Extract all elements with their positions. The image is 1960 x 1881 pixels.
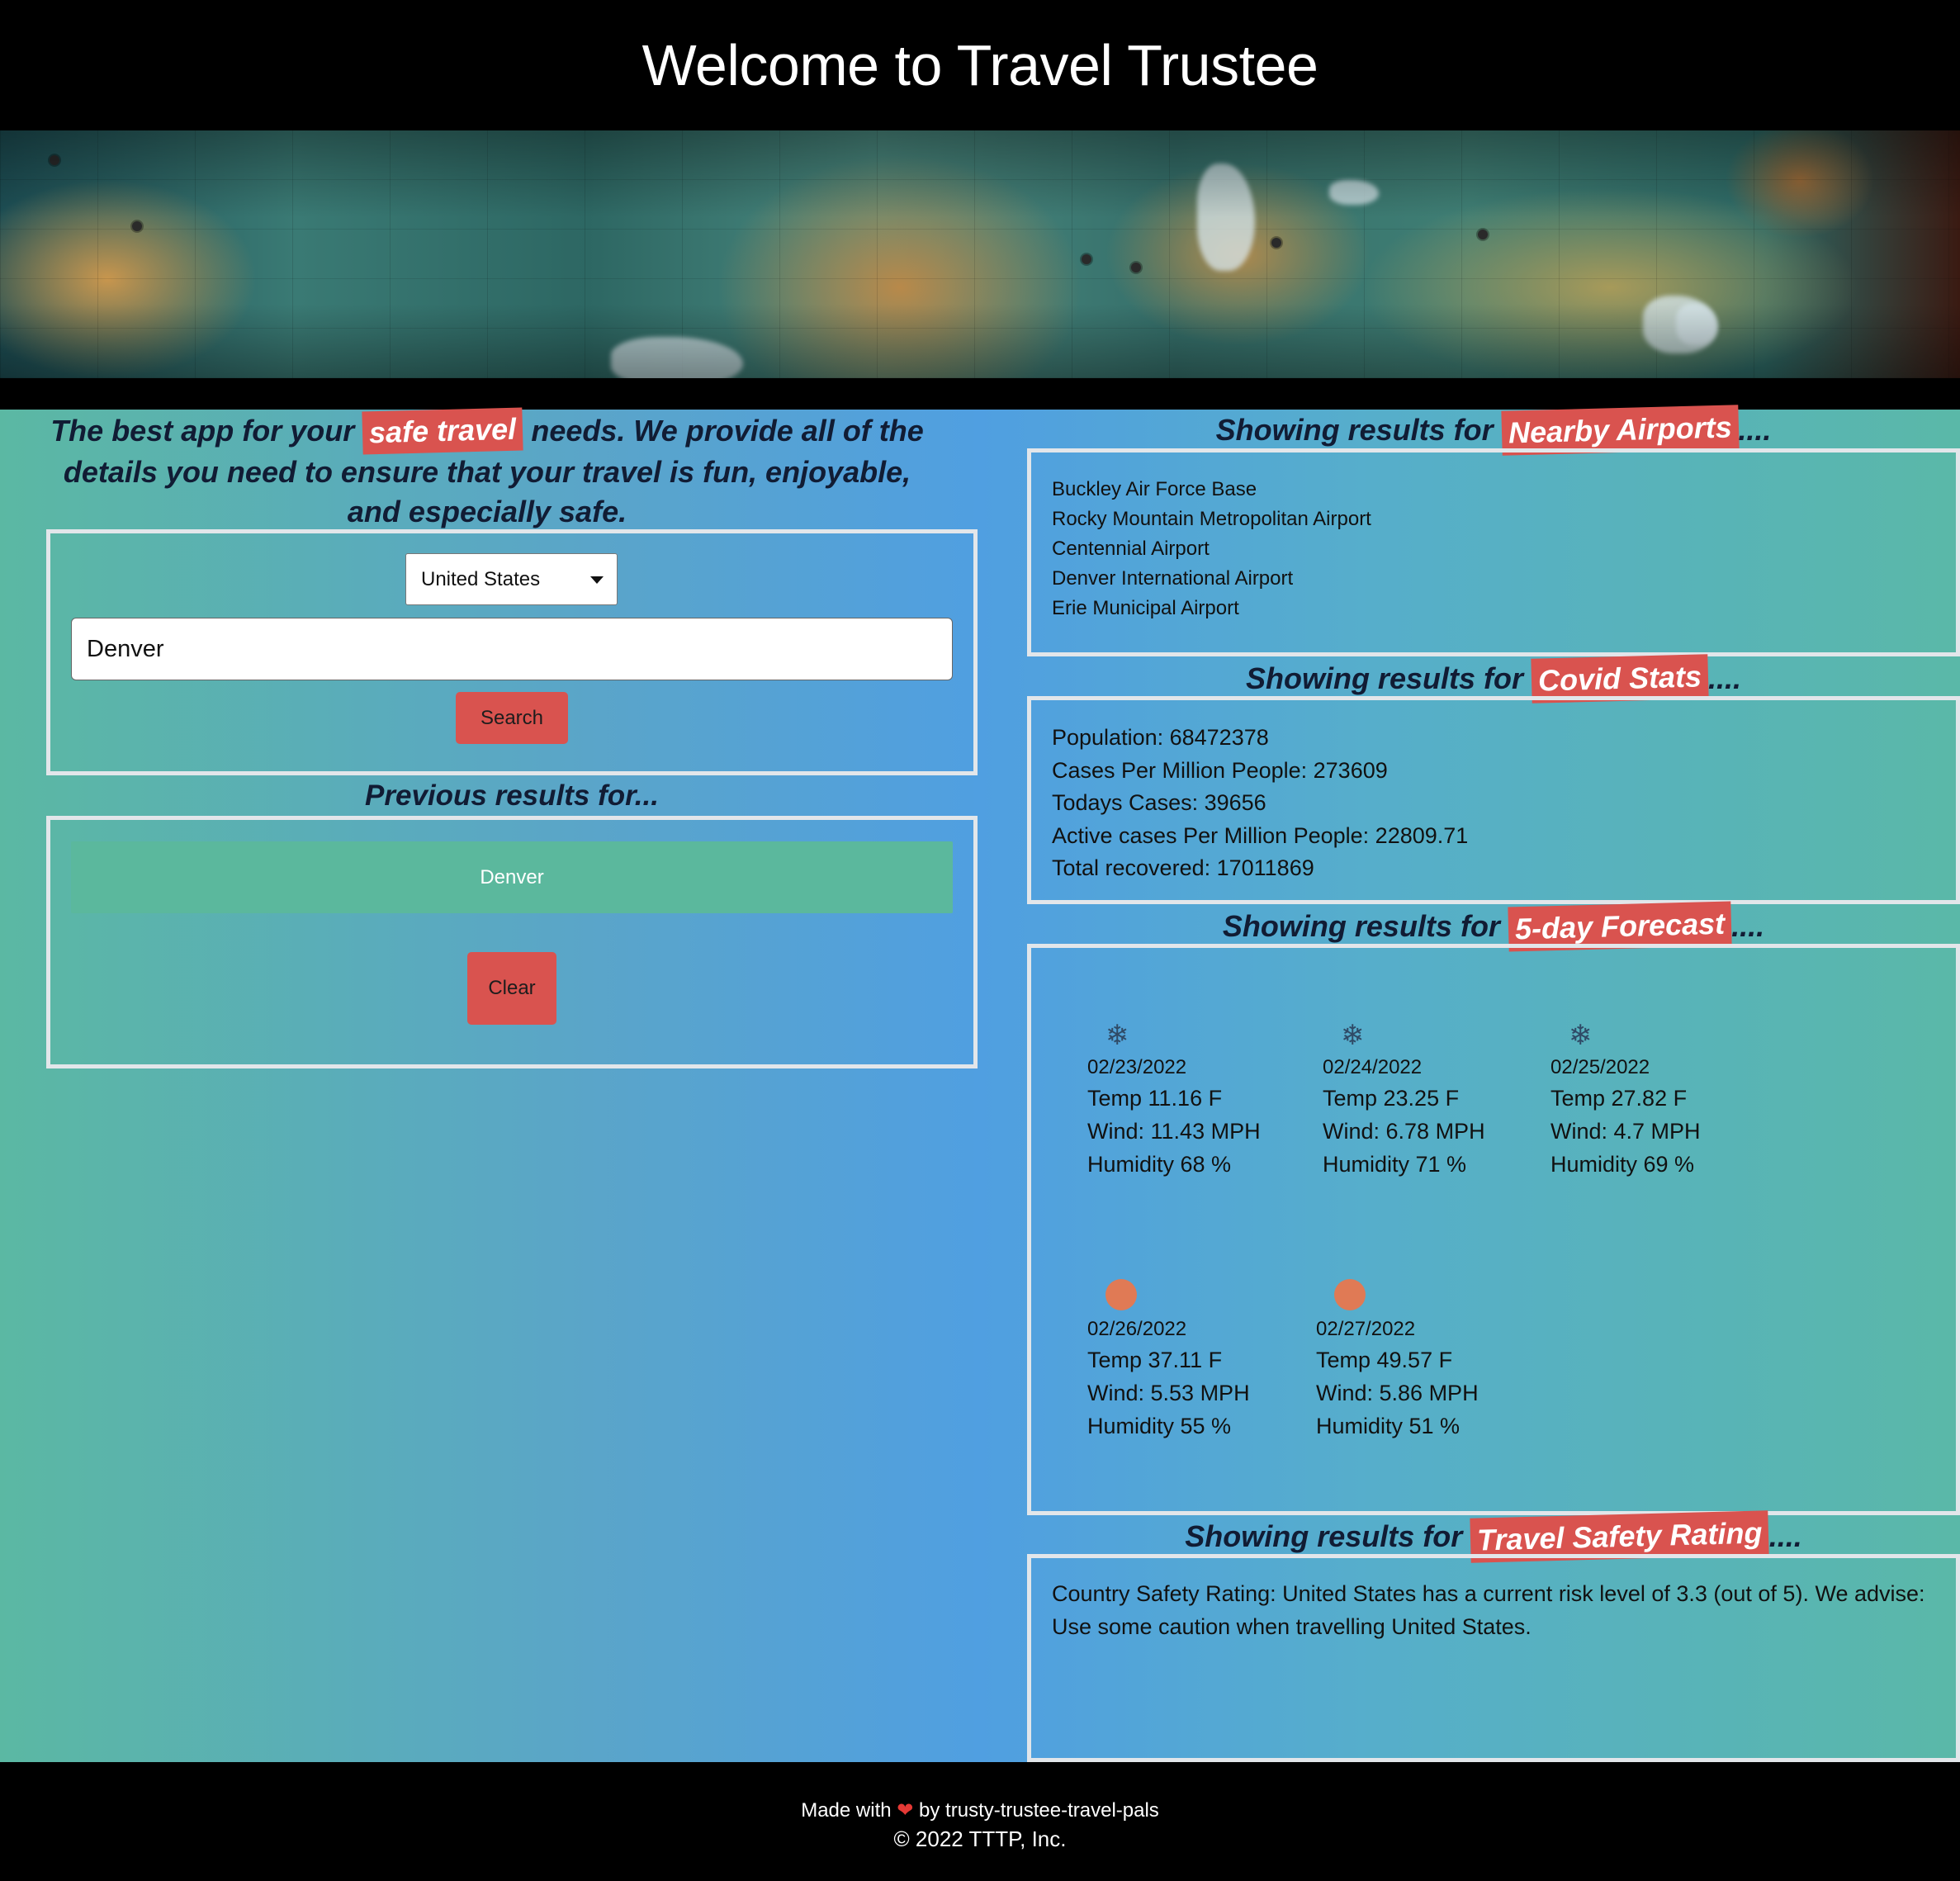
heading-suffix: ....: [1768, 1519, 1802, 1553]
airport-item: Erie Municipal Airport: [1052, 597, 1239, 619]
safety-heading: Showing results for Travel Safety Rating…: [1027, 1510, 1960, 1563]
heading-prefix: Showing results for: [1185, 1519, 1471, 1553]
airport-item: Buckley Air Force Base: [1052, 478, 1257, 500]
page-header: Welcome to Travel Trustee: [0, 0, 1960, 130]
previous-results-heading: Previous results for...: [365, 779, 659, 812]
forecast-humidity: Humidity 71 %: [1323, 1152, 1467, 1177]
banner-shade: [0, 130, 1960, 378]
covid-stat: Cases Per Million People: 273609: [1052, 757, 1388, 783]
city-input-value: Denver: [87, 635, 164, 662]
snowflake-icon: ❄: [1569, 1020, 1593, 1051]
snowflake-icon: ❄: [1341, 1020, 1365, 1051]
forecast-date: 02/24/2022: [1323, 1056, 1423, 1078]
forecast-temp: Temp 23.25 F: [1323, 1086, 1460, 1111]
forecast-day: 02/26/2022 Temp 37.11 F Wind: 5.53 MPH H…: [1087, 1277, 1250, 1443]
heading-prefix: Showing results for: [1222, 909, 1508, 943]
footer-credit: Made with ❤ by trusty-trustee-travel-pal…: [0, 1798, 1960, 1822]
forecast-day: 02/27/2022 Temp 49.57 F Wind: 5.86 MPH H…: [1316, 1277, 1479, 1443]
forecast-temp: Temp 27.82 F: [1550, 1086, 1688, 1111]
airports-list: Buckley Air Force Base Rocky Mountain Me…: [1052, 475, 1371, 623]
heading-suffix: ....: [1731, 909, 1765, 943]
history-item-denver[interactable]: Denver: [71, 841, 953, 913]
safety-rating-text: Country Safety Rating: United States has…: [1052, 1581, 1925, 1639]
forecast-humidity: Humidity 68 %: [1087, 1152, 1232, 1177]
snowflake-icon: ❄: [1105, 1020, 1129, 1051]
covid-stats-list: Population: 68472378 Cases Per Million P…: [1052, 722, 1468, 885]
footer-copyright: © 2022 TTTP, Inc.: [893, 1827, 1067, 1851]
forecast-wind: Wind: 11.43 MPH: [1087, 1119, 1261, 1144]
intro-highlight: safe travel: [362, 407, 524, 455]
forecast-temp: Temp 49.57 F: [1316, 1348, 1453, 1372]
airports-heading: Showing results for Nearby Airports....: [1027, 405, 1960, 456]
airport-item: Centennial Airport: [1052, 538, 1210, 560]
forecast-wind: Wind: 4.7 MPH: [1550, 1119, 1701, 1144]
forecast-humidity: Humidity 55 %: [1087, 1414, 1232, 1438]
forecast-heading: Showing results for 5-day Forecast....: [1027, 901, 1960, 952]
intro-before: The best app for your: [50, 414, 363, 448]
heading-suffix: ....: [1708, 661, 1742, 695]
heading-prefix: Showing results for: [1245, 661, 1532, 695]
airport-item: Denver International Airport: [1052, 567, 1294, 590]
search-button[interactable]: Search: [456, 692, 568, 744]
country-select[interactable]: United States: [405, 553, 618, 605]
city-input[interactable]: Denver: [71, 618, 953, 680]
forecast-temp: Temp 11.16 F: [1087, 1086, 1223, 1111]
forecast-wind: Wind: 5.53 MPH: [1087, 1381, 1250, 1405]
sun-icon: [1105, 1279, 1250, 1315]
forecast-day: ❄ 02/23/2022 Temp 11.16 F Wind: 11.43 MP…: [1087, 1017, 1261, 1181]
page-footer: Made with ❤ by trusty-trustee-travel-pal…: [0, 1762, 1960, 1881]
forecast-wind: Wind: 6.78 MPH: [1323, 1119, 1485, 1144]
forecast-wind: Wind: 5.86 MPH: [1316, 1381, 1479, 1405]
heart-icon: ❤: [897, 1799, 914, 1822]
forecast-date: 02/26/2022: [1087, 1318, 1187, 1340]
country-select-value: United States: [421, 567, 541, 590]
covid-stat: Total recovered: 17011869: [1052, 855, 1314, 880]
sun-icon: [1334, 1279, 1479, 1315]
forecast-date: 02/25/2022: [1550, 1056, 1650, 1078]
heading-suffix: ....: [1738, 413, 1772, 447]
forecast-day: ❄ 02/24/2022 Temp 23.25 F Wind: 6.78 MPH…: [1323, 1017, 1485, 1181]
covid-stat: Population: 68472378: [1052, 725, 1269, 750]
footer-made-prefix: Made with: [801, 1799, 897, 1822]
forecast-day: ❄ 02/25/2022 Temp 27.82 F Wind: 4.7 MPH …: [1550, 1017, 1701, 1181]
forecast-date: 02/23/2022: [1087, 1056, 1187, 1078]
covid-stat: Todays Cases: 39656: [1052, 790, 1266, 815]
forecast-humidity: Humidity 69 %: [1550, 1152, 1695, 1177]
forecast-date: 02/27/2022: [1316, 1318, 1416, 1340]
heading-prefix: Showing results for: [1215, 413, 1502, 447]
chevron-down-icon: [590, 576, 604, 584]
intro-text: The best app for your safe travel needs.…: [33, 407, 941, 532]
airport-item: Rocky Mountain Metropolitan Airport: [1052, 508, 1371, 530]
forecast-temp: Temp 37.11 F: [1087, 1348, 1223, 1372]
footer-made-suffix: by trusty-trustee-travel-pals: [913, 1799, 1159, 1822]
covid-heading: Showing results for Covid Stats....: [1027, 654, 1960, 704]
forecast-humidity: Humidity 51 %: [1316, 1414, 1461, 1438]
clear-button[interactable]: Clear: [467, 952, 556, 1025]
banner-bottom-band: [0, 378, 1960, 410]
page-title: Welcome to Travel Trustee: [641, 33, 1319, 97]
covid-stat: Active cases Per Million People: 22809.7…: [1052, 822, 1469, 848]
world-map-banner: [0, 130, 1960, 378]
